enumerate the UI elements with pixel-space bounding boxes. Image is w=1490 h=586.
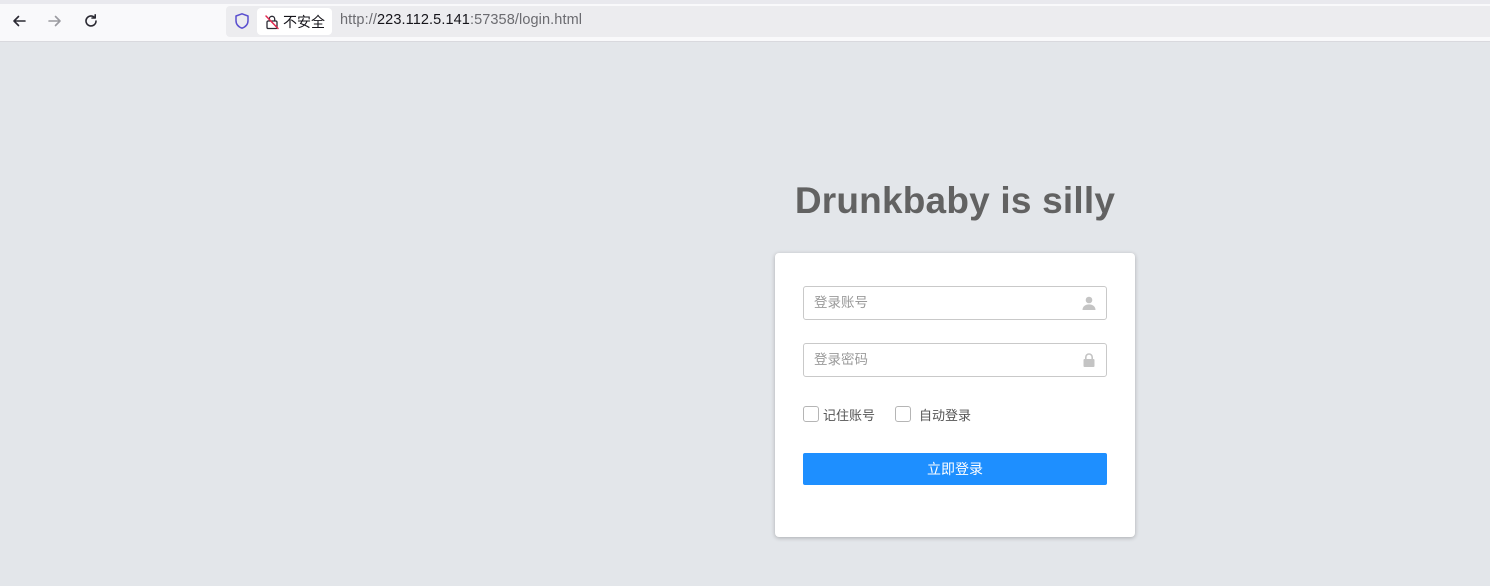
- browser-toolbar: 不安全 http://223.112.5.141:57358/login.htm…: [0, 0, 1490, 42]
- page-title: Drunkbaby is silly: [794, 180, 1116, 221]
- remember-account-label[interactable]: 记住账号: [823, 405, 875, 424]
- forward-button[interactable]: [42, 8, 68, 34]
- url-text[interactable]: http://223.112.5.141:57358/login.html: [340, 12, 582, 28]
- password-input[interactable]: [804, 344, 1074, 376]
- security-indicator[interactable]: 不安全: [257, 8, 332, 35]
- login-options: 记住账号 自动登录: [803, 404, 971, 424]
- remember-account-checkbox[interactable]: [803, 406, 819, 422]
- login-button[interactable]: 立即登录: [803, 453, 1107, 485]
- lock-icon: [1083, 353, 1095, 367]
- shield-icon[interactable]: [233, 12, 251, 30]
- auto-login-checkbox[interactable]: [895, 406, 912, 422]
- remember-account-option[interactable]: 记住账号: [803, 405, 875, 424]
- back-button[interactable]: [6, 8, 32, 34]
- username-input[interactable]: [804, 287, 1074, 319]
- auto-login-option[interactable]: 自动登录: [895, 405, 971, 424]
- password-field[interactable]: [803, 343, 1107, 377]
- security-label: 不安全: [283, 14, 325, 31]
- tab-strip: [0, 0, 1490, 4]
- user-icon: [1082, 296, 1096, 310]
- url-path: :57358/login.html: [469, 12, 583, 28]
- forward-arrow-icon: [48, 15, 61, 27]
- auto-login-label[interactable]: 自动登录: [919, 405, 971, 424]
- url-host: 223.112.5.141: [376, 12, 470, 28]
- reload-icon: [85, 14, 97, 27]
- login-card: 记住账号 自动登录 立即登录: [775, 253, 1135, 537]
- username-field[interactable]: [803, 286, 1107, 320]
- back-arrow-icon: [13, 15, 26, 27]
- reload-button[interactable]: [78, 8, 104, 34]
- url-scheme: http://: [340, 12, 377, 28]
- insecure-lock-icon: [265, 14, 279, 29]
